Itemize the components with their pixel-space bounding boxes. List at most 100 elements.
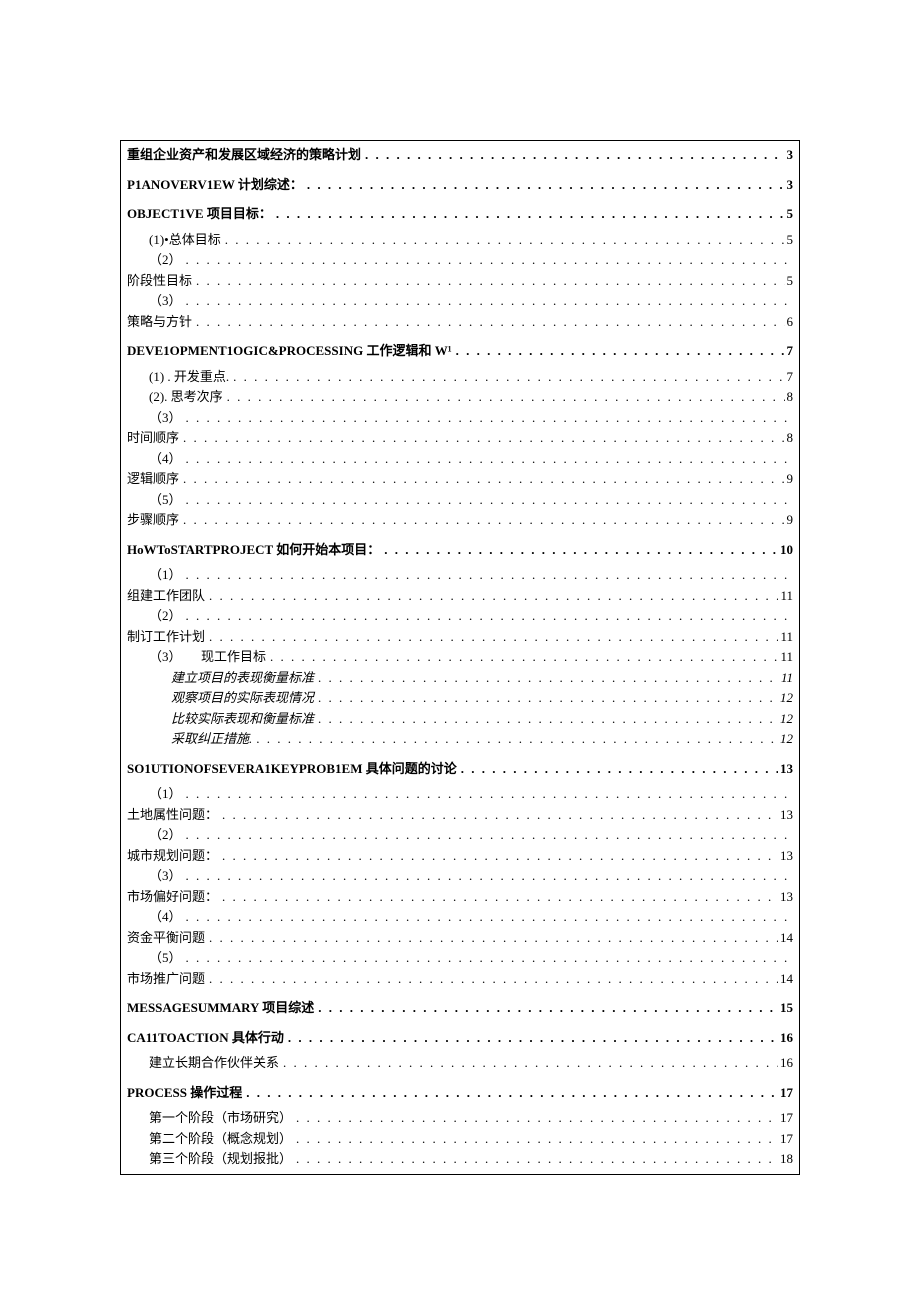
toc-entry: （5）. . . . . . . . . . . . . . . . . . .…	[127, 490, 793, 510]
toc-entry-page: 14	[778, 928, 793, 948]
toc-entry-page: 9	[785, 469, 794, 489]
toc-entry-label: 第二个阶段（概念规划）	[149, 1129, 292, 1149]
toc-entry-page: 17	[778, 1129, 793, 1149]
toc-entry-label: 策略与方针	[127, 312, 192, 332]
toc-entry-page: 8	[785, 428, 794, 448]
toc-entry-page: 16	[778, 1053, 793, 1073]
toc-entry-label: OBJECT1VE 项目目标：	[127, 204, 272, 224]
toc-dot-leader: . . . . . . . . . . . . . . . . . . . . …	[221, 230, 785, 250]
toc-dot-leader: . . . . . . . . . . . . . . . . . . . . …	[218, 846, 778, 866]
toc-entry: （2）. . . . . . . . . . . . . . . . . . .…	[127, 250, 793, 270]
toc-entry: 策略与方针. . . . . . . . . . . . . . . . . .…	[127, 312, 793, 332]
toc-entry-label: 建立项目的表现衡量标准	[171, 668, 314, 688]
toc-entry-label: 市场推广问题	[127, 969, 205, 989]
toc-entry: (1)•总体目标. . . . . . . . . . . . . . . . …	[127, 230, 793, 250]
toc-entry-label: (2). 思考次序	[149, 387, 223, 407]
toc-entry-page: 3	[785, 175, 794, 195]
toc-entry-label: MESSAGESUMMARY 项目综述	[127, 998, 314, 1018]
toc-entry: 组建工作团队. . . . . . . . . . . . . . . . . …	[127, 586, 793, 606]
toc-dot-leader: . . . . . . . . . . . . . . . . . . . . …	[182, 948, 793, 968]
toc-entry: 步骤顺序. . . . . . . . . . . . . . . . . . …	[127, 510, 793, 530]
toc-entry-label: 重组企业资产和发展区域经济的策略计划	[127, 145, 361, 165]
toc-dot-leader: . . . . . . . . . . . . . . . . . . . . …	[192, 271, 784, 291]
toc-entry-label: 市场偏好问题：	[127, 887, 218, 907]
toc-entry-page: 7	[785, 367, 794, 387]
toc-dot-leader: . . . . . . . . . . . . . . . . . . . . …	[314, 688, 778, 708]
toc-entry-label: （5）	[149, 490, 182, 510]
toc-dot-leader: . . . . . . . . . . . . . . . . . . . . …	[182, 907, 793, 927]
toc-entry: （1）. . . . . . . . . . . . . . . . . . .…	[127, 565, 793, 585]
toc-dot-leader: . . . . . . . . . . . . . . . . . . . . …	[218, 805, 778, 825]
toc-entry-page: 15	[778, 998, 793, 1018]
toc-dot-leader: . . . . . . . . . . . . . . . . . . . . …	[182, 606, 793, 626]
toc-entry-page: 5	[785, 271, 794, 291]
toc-entry: HoWToSTARTPROJECT 如何开始本项目：. . . . . . . …	[127, 540, 793, 560]
toc-entry-label: 城市规划问题：	[127, 846, 218, 866]
toc-dot-leader: . . . . . . . . . . . . . . . . . . . . …	[314, 709, 778, 729]
toc-entry-page: 14	[778, 969, 793, 989]
toc-entry-label: 制订工作计划	[127, 627, 205, 647]
toc-entry: 观察项目的实际表现情况. . . . . . . . . . . . . . .…	[127, 688, 793, 708]
toc-entry-label: （2）	[149, 250, 182, 270]
toc-entry-page: 18	[778, 1149, 793, 1169]
toc-entry: (2). 思考次序. . . . . . . . . . . . . . . .…	[127, 387, 793, 407]
toc-dot-leader: . . . . . . . . . . . . . . . . . . . . …	[223, 387, 785, 407]
toc-entry-page: 12	[778, 729, 793, 749]
toc-entry: OBJECT1VE 项目目标：. . . . . . . . . . . . .…	[127, 204, 793, 224]
toc-entry-label: （2）	[149, 606, 182, 626]
toc-entry-page: 17	[778, 1108, 793, 1128]
toc-entry-page: 12	[778, 709, 793, 729]
toc-entry-page: 10	[778, 540, 793, 560]
toc-entry: PROCESS 操作过程. . . . . . . . . . . . . . …	[127, 1083, 793, 1103]
toc-dot-leader: . . . . . . . . . . . . . . . . . . . . …	[182, 291, 793, 311]
toc-entry: MESSAGESUMMARY 项目综述. . . . . . . . . . .…	[127, 998, 793, 1018]
toc-entry-label: 采取纠正措施.	[171, 729, 252, 749]
toc-entry-label: 土地属性问题：	[127, 805, 218, 825]
toc-entry: CA11TOACTION 具体行动. . . . . . . . . . . .…	[127, 1028, 793, 1048]
toc-entry-label: 第一个阶段（市场研究）	[149, 1108, 292, 1128]
toc-dot-leader: . . . . . . . . . . . . . . . . . . . . …	[179, 469, 784, 489]
toc-dot-leader: . . . . . . . . . . . . . . . . . . . . …	[182, 408, 793, 428]
document-page: 重组企业资产和发展区域经济的策略计划. . . . . . . . . . . …	[0, 0, 920, 1275]
toc-entry: 资金平衡问题. . . . . . . . . . . . . . . . . …	[127, 928, 793, 948]
toc-entry: 建立项目的表现衡量标准. . . . . . . . . . . . . . .…	[127, 668, 793, 688]
toc-entry-label: 第三个阶段（规划报批）	[149, 1149, 292, 1169]
toc-entry-label: （3）	[149, 291, 182, 311]
toc-entry: (1) . 开发重点.. . . . . . . . . . . . . . .…	[127, 367, 793, 387]
toc-entry: （3） 现工作目标. . . . . . . . . . . . . . . .…	[127, 647, 793, 667]
toc-dot-leader: . . . . . . . . . . . . . . . . . . . . …	[229, 367, 784, 387]
toc-entry: 城市规划问题：. . . . . . . . . . . . . . . . .…	[127, 846, 793, 866]
toc-entry-page: 11	[778, 627, 793, 647]
toc-dot-leader: . . . . . . . . . . . . . . . . . . . . …	[205, 586, 778, 606]
toc-entry-page: 16	[778, 1028, 793, 1048]
toc-entry: 第二个阶段（概念规划）. . . . . . . . . . . . . . .…	[127, 1129, 793, 1149]
toc-entry-label: (1)•总体目标	[149, 230, 221, 250]
toc-dot-leader: . . . . . . . . . . . . . . . . . . . . …	[292, 1149, 778, 1169]
toc-dot-leader: . . . . . . . . . . . . . . . . . . . . …	[361, 145, 784, 165]
toc-entry-label: （2）	[149, 825, 182, 845]
toc-entry-page: 12	[778, 688, 793, 708]
toc-dot-leader: . . . . . . . . . . . . . . . . . . . . …	[205, 928, 778, 948]
toc-dot-leader: . . . . . . . . . . . . . . . . . . . . …	[303, 175, 785, 195]
toc-entry-page: 11	[778, 647, 793, 667]
toc-entry: 市场偏好问题：. . . . . . . . . . . . . . . . .…	[127, 887, 793, 907]
toc-entry-page: 13	[778, 759, 793, 779]
toc-dot-leader: . . . . . . . . . . . . . . . . . . . . …	[182, 825, 793, 845]
toc-entry-label: 观察项目的实际表现情况	[171, 688, 314, 708]
toc-entry-page: 3	[785, 145, 794, 165]
toc-entry: （4）. . . . . . . . . . . . . . . . . . .…	[127, 449, 793, 469]
toc-entry-label: （1）	[149, 565, 182, 585]
toc-entry-page: 11	[779, 668, 793, 688]
toc-entry: 比较实际表现和衡量标准. . . . . . . . . . . . . . .…	[127, 709, 793, 729]
toc-entry-label: PROCESS 操作过程	[127, 1083, 242, 1103]
toc-dot-leader: . . . . . . . . . . . . . . . . . . . . …	[182, 565, 793, 585]
toc-entry: （2）. . . . . . . . . . . . . . . . . . .…	[127, 606, 793, 626]
toc-entry: SO1UTIONOFSEVERA1KEYPROB1EM 具体问题的讨论. . .…	[127, 759, 793, 779]
toc-entry-page: 5	[785, 230, 794, 250]
toc-entry: 第三个阶段（规划报批）. . . . . . . . . . . . . . .…	[127, 1149, 793, 1169]
toc-entry: 建立长期合作伙伴关系. . . . . . . . . . . . . . . …	[127, 1053, 793, 1073]
toc-dot-leader: . . . . . . . . . . . . . . . . . . . . …	[179, 428, 784, 448]
toc-entry-page: 7	[785, 341, 794, 361]
toc-entry: 阶段性目标. . . . . . . . . . . . . . . . . .…	[127, 271, 793, 291]
toc-dot-leader: . . . . . . . . . . . . . . . . . . . . …	[292, 1108, 778, 1128]
